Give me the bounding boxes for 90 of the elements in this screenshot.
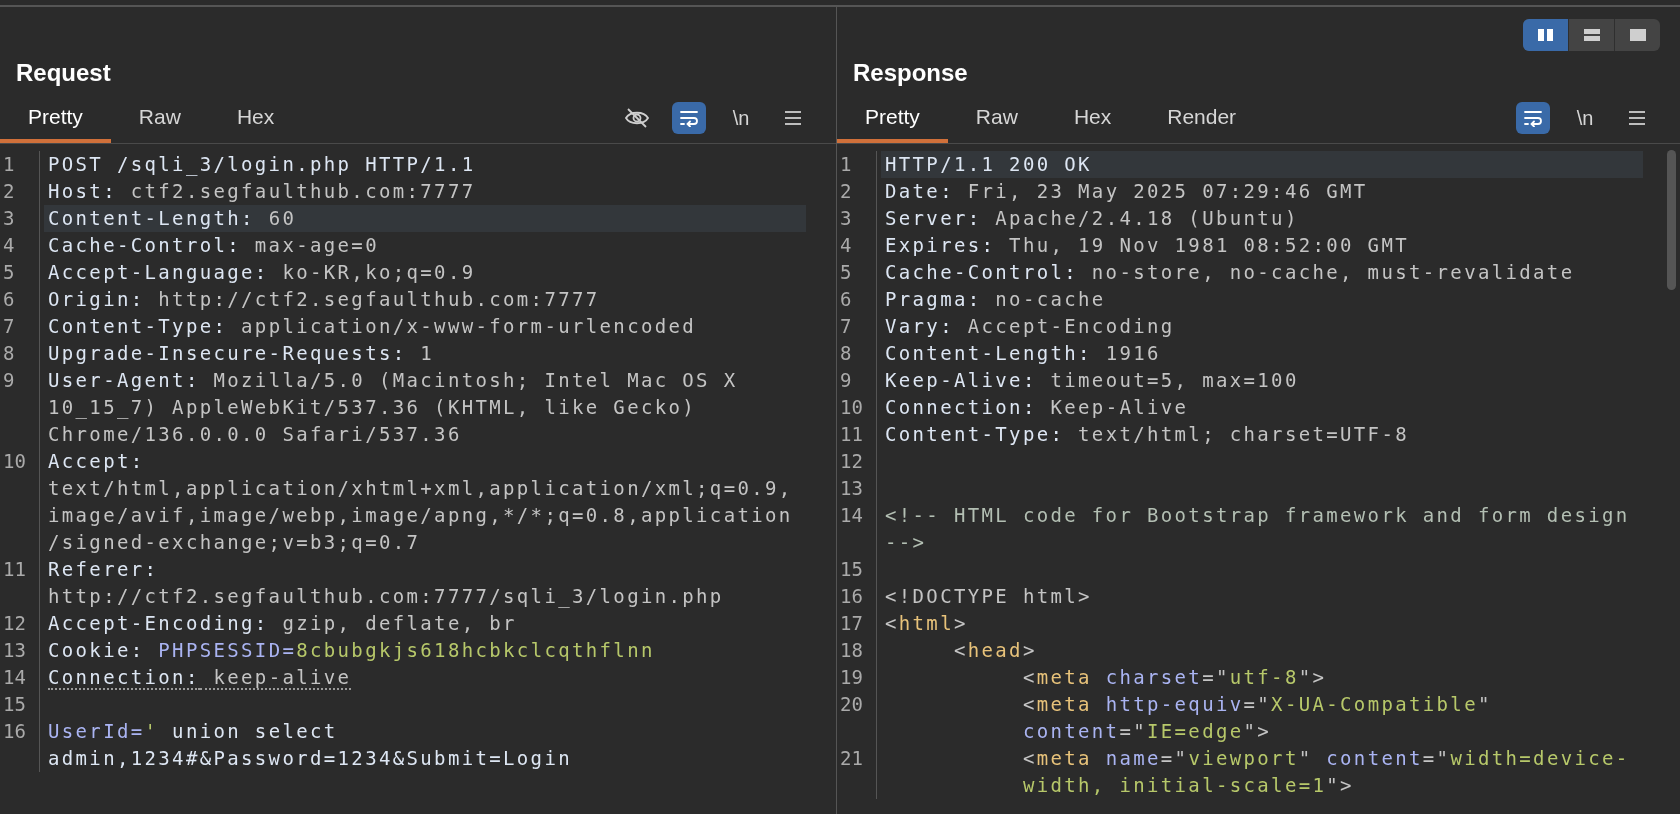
line-number: 2 (3, 179, 15, 204)
code-line: Date: Fri, 23 May 2025 07:29:46 GMT (884, 179, 1369, 204)
line-number: 11 (840, 422, 863, 447)
line-number: 8 (3, 341, 15, 366)
line-number: 1 (840, 152, 852, 177)
code-line: <meta http-equiv="X-UA-Compatible" content="IE=edge"> (1021, 692, 1493, 744)
line-number: 13 (3, 638, 26, 663)
line-number: 6 (3, 287, 15, 312)
code-line: <meta name="viewport" content="width=device-width, initial-scale=1"> (1021, 746, 1631, 798)
code-line: <meta charset="utf-8"> (1021, 665, 1328, 690)
line-number: 15 (3, 692, 26, 717)
line-number: 2 (840, 179, 852, 204)
line-number: 4 (840, 233, 852, 258)
wrap-lines-icon (1523, 109, 1543, 127)
code-line: Connection: keep-alive (47, 665, 353, 691)
code-line: User-Agent: Mozilla/5.0 (Macintosh; Intel Mac OS X 10_15_7) AppleWebKit/537.36 (KHTML, like Gecko) Chrome/136.0.0.0 Safari/537.36 (47, 368, 739, 447)
menu-icon (1628, 110, 1646, 126)
line-number: 3 (3, 206, 15, 231)
scrollbar[interactable] (1667, 150, 1676, 290)
menu-icon (784, 110, 802, 126)
code-line: Host: ctf2.segfaulthub.com:7777 (47, 179, 477, 204)
view-tab[interactable]: Hex (1045, 87, 1140, 143)
line-number: 12 (840, 449, 863, 474)
line-number: 18 (840, 638, 863, 663)
code-line: Upgrade-Insecure-Requests: 1 (47, 341, 436, 366)
newline-toggle-button[interactable]: \n (724, 102, 758, 134)
code-line: Content-Type: text/html; charset=UTF-8 (884, 422, 1410, 447)
line-number: 14 (3, 665, 26, 690)
code-line: Accept: text/html,application/xhtml+xml,application/xml;q=0.9,image/avif,image/webp,image/apng,*/*;q=0.8,application/signed-exchange;v=b3;q=0.7 (47, 449, 794, 555)
code-line: <!-- HTML code for Bootstrap framework and form design --> (884, 503, 1631, 555)
line-number: 3 (840, 206, 852, 231)
eye-slash-icon (624, 107, 650, 129)
word-wrap-button[interactable] (672, 102, 706, 134)
view-tab[interactable]: Pretty (0, 87, 111, 143)
code-line: Cache-Control: max-age=0 (47, 233, 380, 258)
split-columns-icon (1536, 27, 1555, 43)
code-line: <html> (884, 611, 969, 636)
code-line: Cookie: PHPSESSID=8cbubgkjs618hcbkclcqthflnn (47, 638, 656, 663)
view-tab[interactable]: Raw (947, 87, 1046, 143)
pane-title: Request (16, 59, 111, 87)
code-line: <!DOCTYPE html> (884, 584, 1093, 609)
code-line: Expires: Thu, 19 Nov 1981 08:52:00 GMT (884, 233, 1410, 258)
line-number: 21 (840, 746, 863, 771)
code-line: Cache-Control: no-store, no-cache, must-revalidate (884, 260, 1576, 285)
code-line: POST /sqli_3/login.php HTTP/1.1 (47, 152, 477, 178)
line-number: 16 (3, 719, 26, 744)
line-number: 16 (840, 584, 863, 609)
view-tab[interactable]: Hex (208, 87, 303, 143)
line-number: 7 (840, 314, 852, 339)
code-line: Origin: http://ctf2.segfaulthub.com:7777 (47, 287, 601, 312)
split-rows-icon (1582, 27, 1601, 43)
code-line: UserId=' union select admin,1234#&Password=1234&Submit=Login (47, 719, 573, 771)
line-number: 13 (840, 476, 863, 501)
layout-button[interactable] (1523, 19, 1568, 51)
line-number: 9 (3, 368, 15, 393)
newline-toggle-button[interactable]: \n (1568, 102, 1602, 134)
line-number: 15 (840, 557, 863, 582)
line-number: 7 (3, 314, 15, 339)
view-tab[interactable]: Pretty (837, 87, 948, 143)
code-line: Connection: Keep-Alive (884, 395, 1190, 420)
line-number: 1 (3, 152, 15, 177)
code-line: Pragma: no-cache (884, 287, 1107, 312)
view-tab[interactable]: Render (1139, 87, 1265, 143)
line-number: 17 (840, 611, 863, 636)
word-wrap-button[interactable] (1516, 102, 1550, 134)
code-line: <head> (952, 638, 1038, 663)
code-line: Accept-Language: ko-KR,ko;q=0.9 (47, 260, 477, 285)
line-number: 4 (3, 233, 15, 258)
line-number: 10 (3, 449, 26, 474)
line-number: 5 (3, 260, 15, 285)
line-number: 10 (840, 395, 863, 420)
line-number: 6 (840, 287, 852, 312)
code-line: Server: Apache/2.4.18 (Ubuntu) (884, 206, 1300, 231)
code-line: Accept-Encoding: gzip, deflate, br (47, 611, 518, 636)
line-number: 19 (840, 665, 863, 690)
line-number: 5 (840, 260, 852, 285)
code-line: Keep-Alive: timeout=5, max=100 (884, 368, 1300, 393)
code-line: Content-Length: 1916 (884, 341, 1162, 366)
line-number: 14 (840, 503, 863, 528)
single-pane-icon (1628, 27, 1647, 43)
line-number: 20 (840, 692, 863, 717)
wrap-lines-icon (679, 109, 699, 127)
line-number: 8 (840, 341, 852, 366)
view-tab[interactable]: Raw (110, 87, 209, 143)
pane-title: Response (853, 59, 968, 87)
code-line: Content-Type: application/x-www-form-urlencoded (47, 314, 698, 339)
code-line: Vary: Accept-Encoding (884, 314, 1176, 339)
line-number: 11 (3, 557, 26, 582)
line-number: 9 (840, 368, 852, 393)
line-number: 12 (3, 611, 26, 636)
